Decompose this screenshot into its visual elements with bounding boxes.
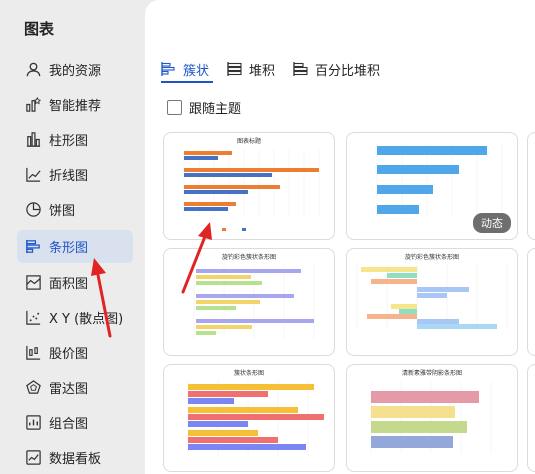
active-tab-indicator (161, 81, 213, 83)
card-6-preview (370, 381, 492, 453)
sidebar-title: 图表 (24, 20, 55, 38)
chart-template-card-partial-2[interactable] (527, 248, 535, 356)
sidebar-item-label: 折线图 (49, 169, 89, 184)
card-1-preview (183, 149, 320, 231)
tab-label: 簇状 (183, 63, 210, 79)
sidebar-item-label: 雷达图 (49, 382, 89, 397)
tab-label: 堆积 (249, 63, 276, 79)
dashboard-icon (24, 449, 42, 467)
tab-bar: 簇状 堆积 百分比堆积 (161, 58, 398, 80)
tab-percent-stacked[interactable]: 百分比堆积 (293, 58, 380, 80)
chart-template-card-partial-1[interactable] (527, 132, 535, 240)
card-3-preview (193, 263, 315, 339)
chart-template-card-4[interactable]: 旋钓彩色簇状条形图 (346, 248, 518, 356)
sidebar-item-label: 组合图 (49, 417, 89, 432)
user-icon (24, 61, 42, 79)
sidebar-item-bar-chart[interactable]: 条形图 (17, 230, 133, 263)
sidebar-item-label: 我的资源 (49, 64, 102, 79)
clustered-bar-icon (161, 62, 175, 76)
sidebar-item-column-chart[interactable]: 柱形图 (17, 123, 133, 156)
scatter-chart-icon (24, 309, 42, 327)
area-chart-icon (24, 274, 42, 292)
chart-template-card-1[interactable]: 图表标题 (163, 132, 335, 240)
sidebar-item-scatter-chart[interactable]: X Y (散点图) (17, 301, 133, 334)
sidebar-item-area-chart[interactable]: 面积图 (17, 266, 133, 299)
line-chart-icon (24, 166, 42, 184)
sidebar-item-label: X Y (散点图) (49, 312, 124, 327)
column-chart-icon (24, 131, 42, 149)
sidebar-item-label: 数据看板 (49, 452, 102, 467)
sidebar-item-label: 条形图 (49, 241, 89, 256)
card-4-preview (356, 263, 508, 329)
tab-clustered[interactable]: 簇状 (161, 58, 209, 80)
follow-theme-label: 跟随主题 (189, 102, 242, 117)
radar-chart-icon (24, 379, 42, 397)
sidebar-item-label: 股价图 (49, 347, 89, 362)
bar-chart-icon (24, 238, 42, 256)
pie-chart-icon (24, 201, 42, 219)
follow-theme-checkbox[interactable]: 跟随主题 (167, 98, 241, 117)
sidebar-item-smart-recommend[interactable]: 智能推荐 (17, 88, 133, 121)
main-panel: 簇状 堆积 百分比堆积 跟随主题 图表标题 动态 旋钓彩色簇状条形图 旋钓彩色簇… (145, 0, 535, 474)
checkbox-box[interactable] (167, 100, 182, 115)
chart-template-card-2[interactable]: 动态 (346, 132, 518, 240)
chart-template-card-6[interactable]: 清新素雅带阴影条形图 (346, 364, 518, 472)
chart-template-card-partial-3[interactable] (527, 364, 535, 472)
sidebar-item-my-resources[interactable]: 我的资源 (17, 53, 133, 86)
sidebar-item-label: 智能推荐 (49, 99, 102, 114)
combo-chart-icon (24, 414, 42, 432)
sidebar-item-dashboard[interactable]: 数据看板 (17, 441, 133, 474)
stock-chart-icon (24, 344, 42, 362)
percent-stacked-bar-icon (293, 62, 308, 76)
stacked-bar-icon (227, 62, 242, 76)
dynamic-badge: 动态 (473, 213, 511, 233)
sidebar-item-line-chart[interactable]: 折线图 (17, 158, 133, 191)
smart-recommend-icon (24, 96, 42, 114)
sidebar-item-pie-chart[interactable]: 饼图 (17, 193, 133, 226)
chart-template-card-5[interactable]: 簇状条形图 (163, 364, 335, 472)
sidebar-item-label: 饼图 (49, 204, 76, 219)
sidebar-item-stock-chart[interactable]: 股价图 (17, 336, 133, 369)
tab-stacked[interactable]: 堆积 (227, 58, 275, 80)
sidebar-item-label: 柱形图 (49, 134, 89, 149)
sidebar-item-combo-chart[interactable]: 组合图 (17, 406, 133, 439)
sidebar-item-radar-chart[interactable]: 雷达图 (17, 371, 133, 404)
tab-label: 百分比堆积 (315, 63, 381, 79)
chart-template-card-3[interactable]: 旋钓彩色簇状条形图 (163, 248, 335, 356)
sidebar-item-label: 面积图 (49, 277, 89, 292)
card-5-preview (187, 379, 324, 457)
sidebar: 图表 我的资源 智能推荐 柱形图 折线图 饼图 条形图 面积图 X Y (散点图… (0, 0, 145, 474)
